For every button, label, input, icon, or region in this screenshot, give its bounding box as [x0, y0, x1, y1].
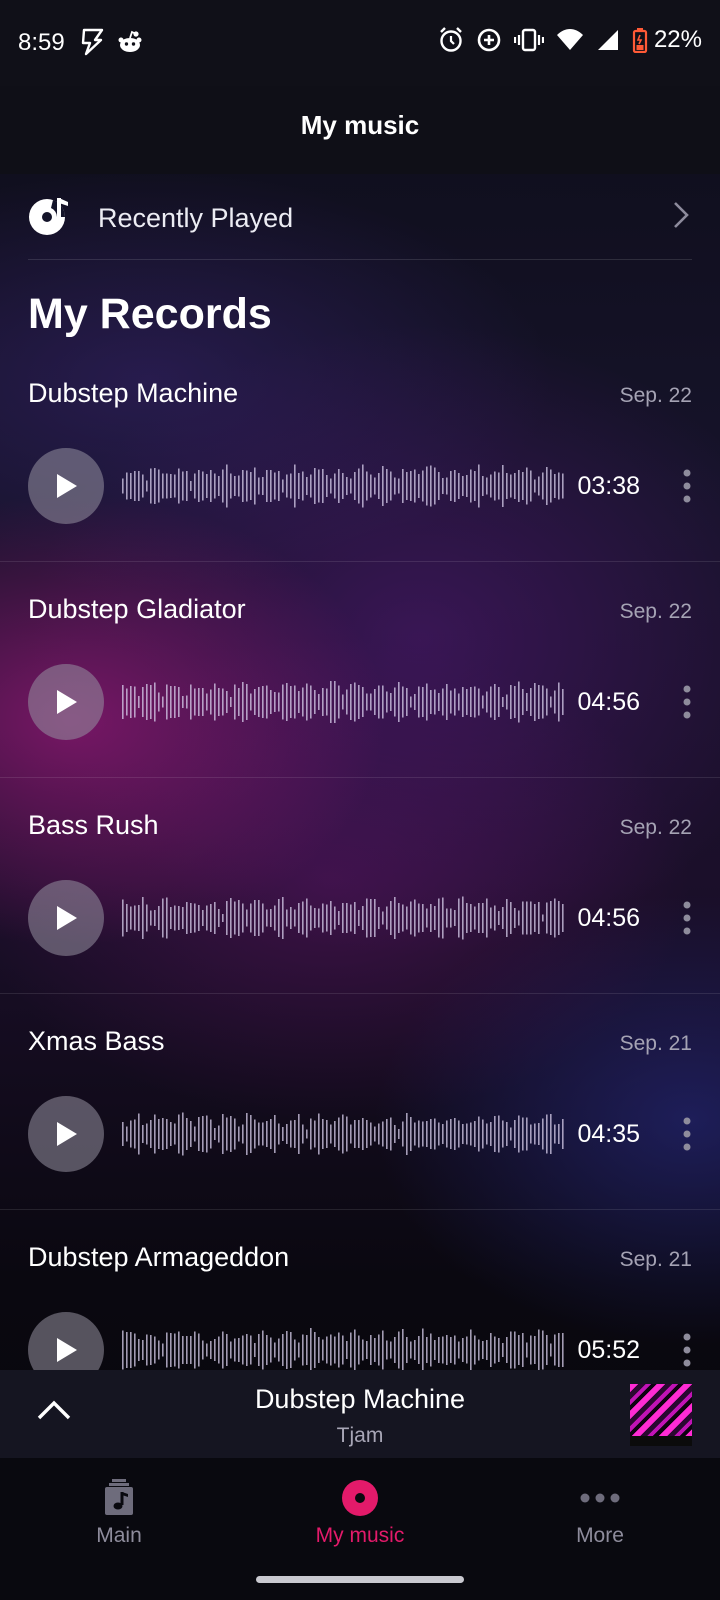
record-date: Sep. 22 — [619, 816, 692, 839]
record-duration: 04:56 — [577, 904, 640, 932]
battery-percent: 22% — [653, 26, 702, 53]
status-bar: 8:59 22% — [0, 0, 720, 86]
nav-label-my-music: My music — [315, 1524, 405, 1547]
data-saver-icon — [477, 28, 501, 52]
record-item[interactable]: Bass Rush Sep. 22 04:56 — [0, 778, 720, 994]
record-date: Sep. 21 — [619, 1032, 692, 1055]
record-date: Sep. 22 — [619, 384, 692, 407]
recently-played-row[interactable]: Recently Played — [0, 174, 720, 260]
play-button[interactable] — [28, 880, 104, 956]
waveform[interactable] — [122, 1110, 566, 1158]
record-duration: 04:35 — [577, 1120, 640, 1148]
reddit-icon — [118, 30, 142, 52]
signal-icon — [597, 30, 618, 50]
record-title: Xmas Bass — [28, 1026, 165, 1056]
waveform[interactable] — [122, 678, 566, 726]
vibrate-icon — [513, 28, 544, 52]
record-duration: 05:52 — [577, 1336, 640, 1364]
waveform[interactable] — [122, 462, 566, 510]
play-icon — [57, 906, 77, 930]
divider — [28, 259, 692, 260]
play-button[interactable] — [28, 1096, 104, 1172]
record-item[interactable]: Dubstep Machine Sep. 22 03:38 — [0, 346, 720, 562]
page-title: My music — [300, 110, 420, 140]
more-dots-icon — [580, 1493, 620, 1503]
play-button[interactable] — [28, 1312, 104, 1370]
home-indicator — [256, 1576, 464, 1583]
chevron-right-icon — [674, 202, 689, 228]
play-icon — [57, 1122, 77, 1146]
album-cover[interactable] — [630, 1384, 692, 1446]
play-icon — [57, 474, 77, 498]
waveform[interactable] — [122, 894, 566, 942]
more-vert-icon[interactable] — [680, 900, 694, 936]
battery-icon — [632, 28, 648, 53]
play-button[interactable] — [28, 664, 104, 740]
mini-player-artist: Tjam — [336, 1424, 384, 1447]
nav-label-main: Main — [96, 1524, 142, 1547]
section-title: My Records — [28, 290, 272, 338]
more-vert-icon[interactable] — [680, 1116, 694, 1152]
wifi-icon — [556, 29, 583, 50]
record-date: Sep. 22 — [619, 600, 692, 623]
record-item[interactable]: Dubstep Armageddon Sep. 21 05:52 — [0, 1210, 720, 1370]
alarm-icon — [440, 27, 462, 52]
more-vert-icon[interactable] — [680, 1332, 694, 1368]
nav-item-main[interactable]: Main — [39, 1476, 199, 1548]
status-time: 8:59 — [18, 29, 65, 56]
more-vert-icon[interactable] — [680, 468, 694, 504]
record-title: Dubstep Armageddon — [28, 1242, 290, 1272]
recently-played-label: Recently Played — [98, 203, 294, 233]
play-icon — [57, 690, 77, 714]
record-date: Sep. 21 — [619, 1248, 692, 1271]
waveform[interactable] — [122, 1326, 566, 1370]
mini-player-title: Dubstep Machine — [254, 1384, 466, 1414]
records-list[interactable]: Dubstep Machine Sep. 22 03:38 Dubstep Gl… — [0, 346, 720, 1370]
nav-item-more[interactable]: More — [520, 1476, 680, 1548]
music-note-disc-icon — [29, 198, 68, 235]
nav-label-more: More — [576, 1524, 624, 1547]
record-title: Dubstep Machine — [28, 378, 239, 408]
record-disc-icon — [342, 1480, 378, 1516]
record-title: Bass Rush — [28, 810, 159, 840]
nav-item-my-music[interactable]: My music — [280, 1476, 440, 1548]
record-duration: 03:38 — [577, 472, 640, 500]
app-header: My music — [0, 86, 720, 174]
record-item[interactable]: Xmas Bass Sep. 21 04:35 — [0, 994, 720, 1210]
play-icon — [57, 1338, 77, 1362]
flash-icon — [81, 28, 104, 56]
record-title: Dubstep Gladiator — [28, 594, 246, 624]
more-vert-icon[interactable] — [680, 684, 694, 720]
record-duration: 04:56 — [577, 688, 640, 716]
music-folder-icon — [105, 1479, 133, 1515]
play-button[interactable] — [28, 448, 104, 524]
record-item[interactable]: Dubstep Gladiator Sep. 22 04:56 — [0, 562, 720, 778]
mini-player[interactable]: Dubstep Machine Tjam — [0, 1370, 720, 1458]
